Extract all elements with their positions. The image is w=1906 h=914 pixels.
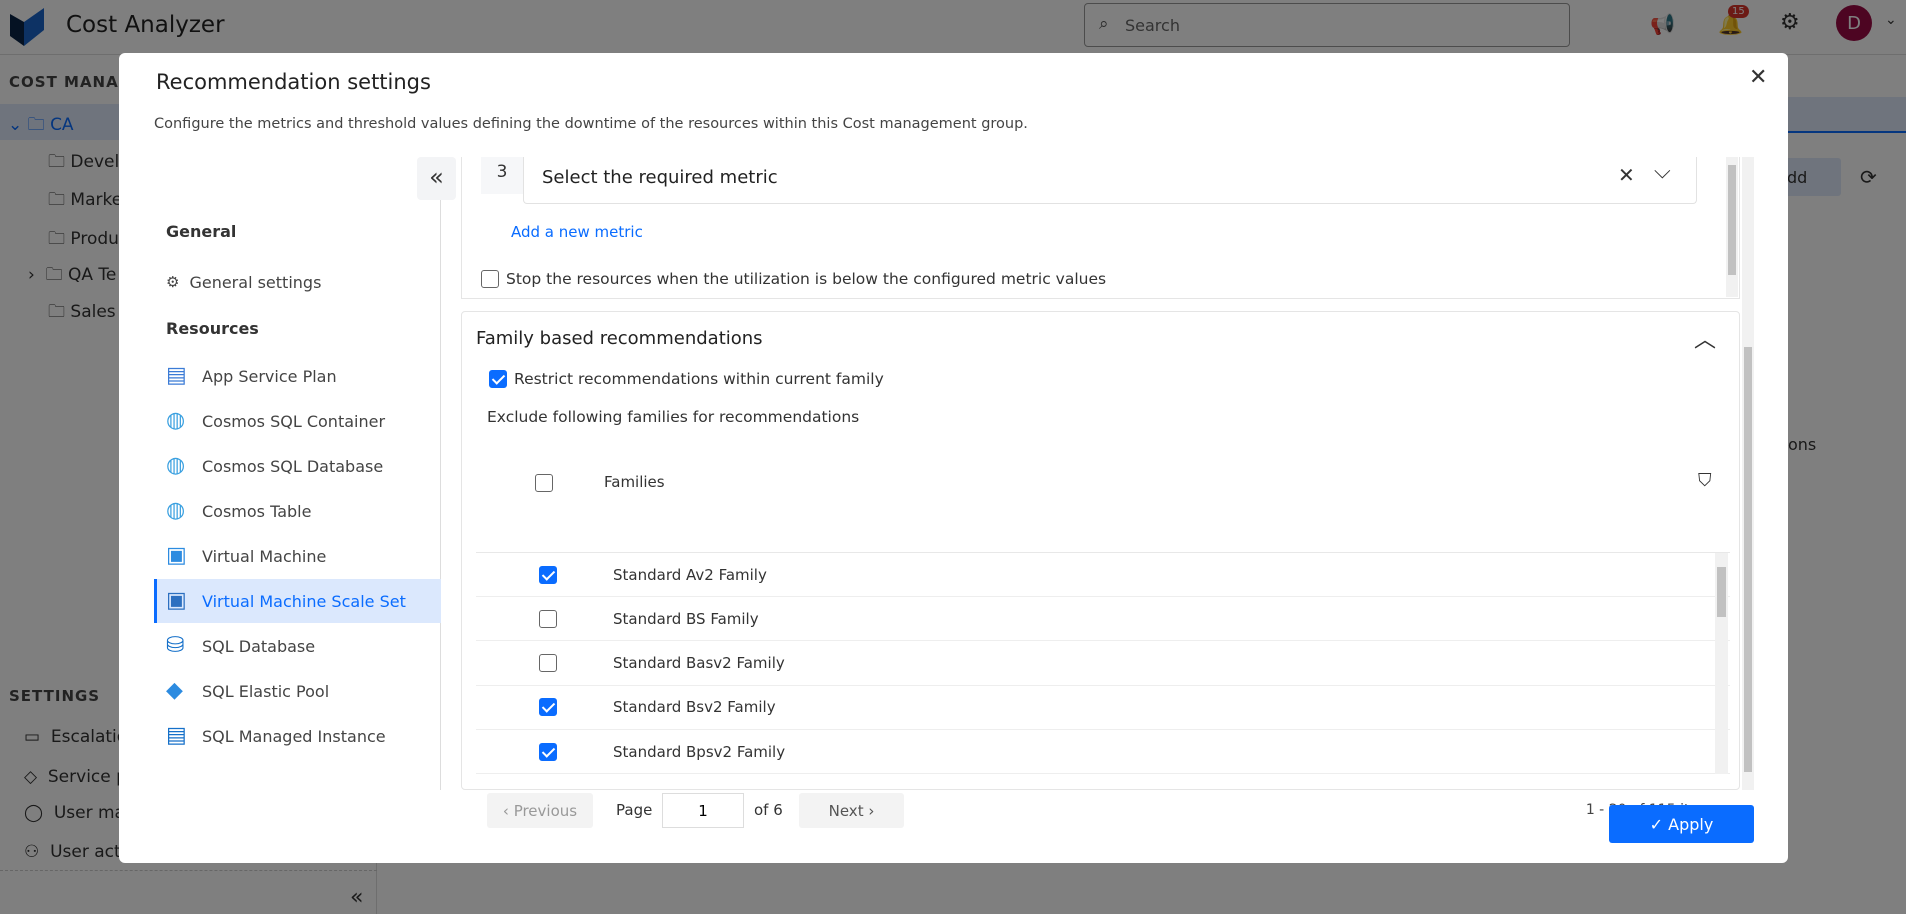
nav-item-resource[interactable]: ▤ SQL Managed Instance	[154, 714, 441, 758]
previous-button-label[interactable]: ‹ Previous	[487, 793, 593, 828]
families-table-header: Families ⛉	[476, 452, 1730, 553]
stop-resources-label: Stop the resources when the utilization …	[506, 270, 1107, 288]
row-checkbox[interactable]	[539, 609, 557, 628]
table-scrollbar[interactable]	[1715, 553, 1728, 774]
table-row: Standard Basv2 Family	[476, 642, 1730, 686]
restrict-label: Restrict recommendations within current …	[514, 370, 884, 388]
nav-item-resource[interactable]: ▤ App Service Plan	[154, 354, 441, 398]
app-service-plan-icon: ▤	[166, 363, 187, 388]
table-row: Standard BS Family	[476, 597, 1730, 642]
nav-item-resource[interactable]: ◆ SQL Elastic Pool	[154, 669, 441, 713]
clear-icon[interactable]: ✕	[1618, 163, 1635, 187]
family-name: Standard Basv2 Family	[613, 654, 785, 673]
nav-item-resource[interactable]: ⛁ SQL Database	[154, 624, 441, 668]
page-label: Page	[616, 801, 653, 819]
filter-icon[interactable]: ⛉	[1698, 470, 1712, 491]
nav-item-general-settings[interactable]: ⚙ General settings	[154, 260, 441, 304]
modal-scrollbar[interactable]	[1742, 157, 1754, 790]
previous-label: Previous	[513, 801, 578, 820]
collapse-nav-button[interactable]: «	[417, 157, 456, 200]
restrict-checkbox[interactable]	[489, 370, 507, 388]
nav-label: SQL Managed Instance	[202, 726, 386, 746]
sql-database-icon: ⛁	[166, 633, 185, 658]
nav-label: General settings	[189, 272, 322, 292]
sql-managed-instance-icon: ▤	[166, 723, 187, 748]
families-table-body: Standard Av2 Family Standard BS Family Sta…	[476, 553, 1730, 774]
cosmos-icon: ◍	[166, 453, 186, 478]
family-card: Family based recommendations ︿ Restrict …	[461, 311, 1740, 828]
nav-label: Cosmos Table	[202, 501, 312, 521]
nav-item-resource[interactable]: ◍ Cosmos SQL Database	[154, 444, 441, 488]
nav-item-resource[interactable]: ▣ Virtual Machine Scale Set	[154, 579, 441, 623]
metric-select-placeholder: Select the required metric	[542, 167, 778, 188]
family-name: Standard BS Family	[613, 609, 759, 628]
sql-elastic-pool-icon: ◆	[166, 678, 183, 703]
select-all-checkbox[interactable]	[535, 474, 553, 492]
table-row: Standard Bpsv2 Family	[476, 730, 1730, 774]
nav-heading-general: General	[166, 222, 237, 241]
settings-nav: General ⚙ General settings Resources ▤ App…	[154, 157, 441, 790]
nav-label: Cosmos SQL Database	[202, 456, 384, 476]
nav-label: SQL Database	[202, 636, 316, 656]
modal-title: Recommendation settings	[156, 70, 431, 94]
metric-select[interactable]: Select the required metric ✕ ⌵	[523, 157, 1697, 204]
table-row: Standard Bsv2 Family	[476, 686, 1730, 730]
nav-label: SQL Elastic Pool	[202, 681, 330, 701]
nav-item-resource[interactable]: ◍ Cosmos Table	[154, 489, 441, 533]
family-title: Family based recommendations	[476, 328, 763, 349]
nav-item-resource[interactable]: ◍ Cosmos SQL Container	[154, 399, 441, 443]
gear-icon: ⚙	[166, 273, 180, 291]
recommendation-settings-modal: Recommendation settings ✕ Configure the …	[119, 53, 1788, 863]
next-button[interactable]: Next ›	[799, 793, 904, 828]
metric-index: 3	[481, 157, 523, 194]
nav-item-resource[interactable]: ▣ Virtual Machine	[154, 534, 441, 578]
exclude-label: Exclude following families for recommend…	[487, 408, 860, 426]
restrict-option[interactable]: Restrict recommendations within current …	[489, 370, 884, 388]
next-label: Next	[828, 801, 864, 820]
apply-label: Apply	[1668, 814, 1714, 834]
nav-label: Cosmos SQL Container	[202, 411, 386, 431]
cosmos-icon: ◍	[166, 408, 186, 433]
close-icon[interactable]: ✕	[1749, 65, 1767, 90]
chevron-up-icon[interactable]: ︿	[1694, 322, 1716, 354]
add-metric-link[interactable]: Add a new metric	[511, 223, 643, 241]
vmss-icon: ▣	[166, 588, 187, 613]
page-input[interactable]	[662, 793, 744, 828]
nav-label: Virtual Machine Scale Set	[202, 591, 406, 611]
family-name: Standard Bsv2 Family	[613, 698, 776, 717]
cosmos-icon: ◍	[166, 498, 186, 523]
virtual-machine-icon: ▣	[166, 543, 187, 568]
chevron-down-icon[interactable]: ⌵	[1654, 159, 1671, 184]
column-header-families: Families	[604, 473, 665, 491]
nav-heading-resources: Resources	[166, 319, 259, 338]
row-checkbox[interactable]	[539, 654, 557, 673]
metrics-scrollbar[interactable]	[1726, 157, 1738, 297]
modal-description: Configure the metrics and threshold valu…	[154, 116, 1028, 132]
row-checkbox[interactable]	[539, 742, 557, 761]
nav-label: Virtual Machine	[202, 546, 327, 566]
row-checkbox[interactable]	[539, 565, 557, 584]
page-count: of 6	[754, 801, 783, 819]
family-name: Standard Bpsv2 Family	[613, 742, 786, 761]
stop-resources-checkbox[interactable]	[481, 270, 499, 288]
apply-button[interactable]: ✓ Apply	[1609, 805, 1754, 843]
table-row: Standard Av2 Family	[476, 553, 1730, 597]
metrics-card: 3 Select the required metric ✕ ⌵ Add a n…	[461, 157, 1740, 299]
row-checkbox[interactable]	[539, 698, 557, 717]
nav-label: App Service Plan	[202, 366, 337, 386]
family-name: Standard Av2 Family	[613, 565, 767, 584]
stop-resources-option[interactable]: Stop the resources when the utilization …	[481, 270, 1106, 288]
